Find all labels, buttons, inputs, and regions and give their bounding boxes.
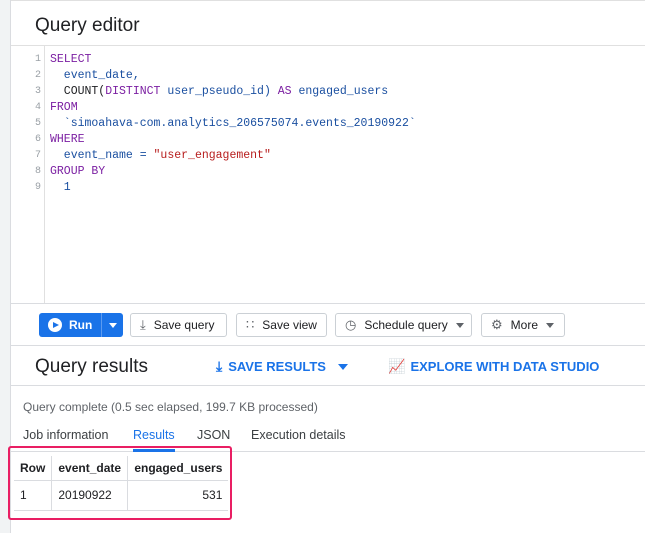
- code-line: 1 SELECT: [11, 52, 641, 68]
- explore-data-studio-button[interactable]: 📈 EXPLORE WITH DATA STUDIO: [388, 358, 599, 375]
- code-token: DISTINCT: [105, 85, 161, 98]
- results-title: Query results: [35, 356, 148, 377]
- editor-header: Query editor: [11, 0, 645, 46]
- tab-execution-details[interactable]: Execution details: [251, 428, 346, 452]
- save-query-label: Save query: [153, 318, 215, 332]
- save-results-button[interactable]: ⤓ SAVE RESULTS: [216, 358, 348, 375]
- code-token: user_pseudo_id): [160, 85, 278, 98]
- table-cell-event-date: 20190922: [51, 480, 128, 510]
- save-view-label: Save view: [262, 318, 317, 332]
- code-token: COUNT(: [50, 85, 106, 98]
- code-line: 4 FROM: [11, 100, 641, 116]
- code-line: 5 `simoahava-com.analytics_206575074.eve…: [11, 116, 641, 132]
- table-cell-engaged-users: 531: [127, 480, 229, 510]
- table-row: 1 20190922 531: [14, 480, 229, 510]
- clock-icon: ◷: [345, 317, 357, 332]
- chart-icon: 📈: [388, 358, 406, 374]
- code-token: SELECT: [50, 53, 92, 66]
- code-token: event_date,: [50, 69, 140, 82]
- code-line: 6 WHERE: [11, 132, 641, 148]
- code-token: event_name =: [50, 149, 154, 162]
- code-line: 9 1: [11, 180, 641, 196]
- column-header-event-date: event_date: [51, 456, 128, 481]
- code-token: 1: [50, 181, 71, 194]
- page-title: Query editor: [35, 15, 140, 36]
- code-line: 2 event_date,: [11, 68, 641, 84]
- more-button[interactable]: ⚙ More: [481, 313, 565, 337]
- code-text: event_name = "user_engagement": [50, 148, 271, 164]
- schedule-query-button[interactable]: ◷ Schedule query: [335, 313, 472, 337]
- run-label: Run: [69, 318, 93, 332]
- code-line: 3 COUNT(DISTINCT user_pseudo_id) AS enga…: [11, 84, 641, 100]
- line-number: 9: [34, 182, 41, 193]
- query-status: Query complete (0.5 sec elapsed, 199.7 K…: [23, 400, 318, 414]
- run-button[interactable]: Run: [39, 313, 123, 337]
- run-options-dropdown[interactable]: [101, 313, 123, 337]
- results-table: Row event_date engaged_users 1 20190922 …: [14, 456, 229, 511]
- code-token: "user_engagement": [153, 149, 271, 162]
- code-token: WHERE: [50, 133, 85, 146]
- column-header-engaged-users: engaged_users: [127, 456, 229, 481]
- line-number: 1: [34, 54, 41, 65]
- code-token: FROM: [50, 101, 78, 114]
- code-text: `simoahava-com.analytics_206575074.event…: [50, 116, 416, 132]
- line-number: 7: [34, 150, 41, 161]
- gear-icon: ⚙: [491, 317, 503, 332]
- code-token: `simoahava-com.analytics_206575074.event…: [50, 117, 416, 130]
- code-text: event_date,: [50, 68, 140, 84]
- code-text: SELECT: [50, 52, 91, 68]
- code-line: 7 event_name = "user_engagement": [11, 148, 641, 164]
- line-number: 3: [34, 86, 41, 97]
- code-text: 1: [50, 180, 71, 196]
- code-text: COUNT(DISTINCT user_pseudo_id) AS engage…: [50, 84, 388, 100]
- editor-toolbar: Run ⤓ Save query ∷ Save view ◷ Schedule …: [11, 305, 645, 346]
- code-token: AS: [277, 85, 292, 98]
- line-number: 5: [34, 118, 41, 129]
- code-text: GROUP BY: [50, 164, 105, 180]
- table-cell-row: 1: [20, 488, 27, 502]
- run-main[interactable]: Run: [39, 313, 101, 337]
- line-number: 6: [34, 134, 41, 145]
- dropdown-caret-icon: [455, 322, 464, 328]
- code-token: GROUP BY: [50, 165, 106, 178]
- results-header: Query results ⤓ SAVE RESULTS 📈 EXPLORE W…: [11, 346, 645, 386]
- explore-label: EXPLORE WITH DATA STUDIO: [410, 359, 600, 374]
- dropdown-caret-icon: [108, 322, 117, 328]
- line-number: 8: [34, 166, 41, 177]
- save-query-button[interactable]: ⤓ Save query: [130, 313, 227, 337]
- save-results-label: SAVE RESULTS: [228, 359, 326, 374]
- code-text: WHERE: [50, 132, 85, 148]
- save-view-button[interactable]: ∷ Save view: [236, 313, 327, 337]
- line-number: 4: [34, 102, 41, 113]
- schedule-query-label: Schedule query: [364, 318, 448, 332]
- column-header-row: Row: [14, 456, 52, 481]
- download-icon: ⤓: [216, 358, 223, 374]
- dropdown-caret-icon: [546, 322, 554, 328]
- save-icon: ⤓: [140, 317, 146, 332]
- code-token: engaged_users: [291, 85, 389, 98]
- more-label: More: [510, 318, 538, 332]
- dropdown-caret-icon: [337, 363, 348, 370]
- code-text: FROM: [50, 100, 78, 116]
- play-icon: [48, 318, 62, 332]
- table-header-row: Row event_date engaged_users: [14, 456, 229, 481]
- sql-editor[interactable]: 1 SELECT 2 event_date, 3 COUNT(DISTINCT use…: [11, 46, 645, 304]
- code-line: 8 GROUP BY: [11, 164, 641, 180]
- line-number: 2: [34, 70, 41, 81]
- view-grid-icon: ∷: [246, 317, 255, 332]
